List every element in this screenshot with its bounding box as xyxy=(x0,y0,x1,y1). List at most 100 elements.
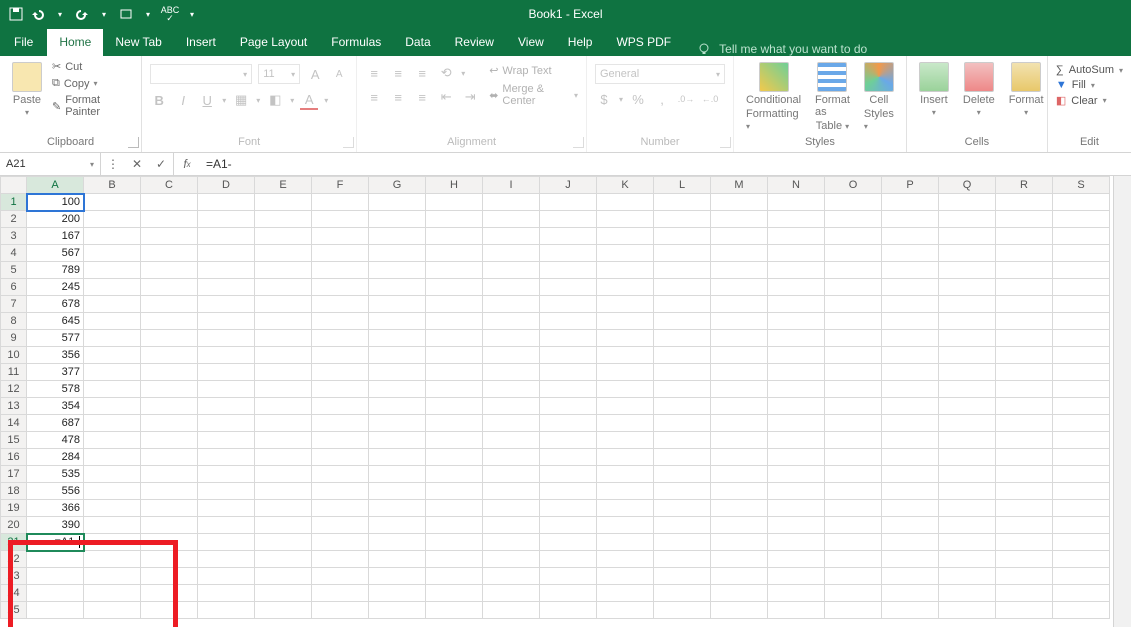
tab-formulas[interactable]: Formulas xyxy=(319,29,393,56)
row-header-13[interactable]: 13 xyxy=(1,398,27,415)
cell-O2[interactable] xyxy=(825,211,882,228)
cell-M3[interactable] xyxy=(711,228,768,245)
cell-B13[interactable] xyxy=(84,398,141,415)
cell-K8[interactable] xyxy=(597,313,654,330)
cell-H1[interactable] xyxy=(426,194,483,211)
row-header-16[interactable]: 16 xyxy=(1,449,27,466)
cell-D5[interactable] xyxy=(198,262,255,279)
cell-F7[interactable] xyxy=(312,296,369,313)
cell-J1[interactable] xyxy=(540,194,597,211)
cell-C4[interactable] xyxy=(141,245,198,262)
cell-O6[interactable] xyxy=(825,279,882,296)
cell-E17[interactable] xyxy=(255,466,312,483)
cell-D8[interactable] xyxy=(198,313,255,330)
cell-O20[interactable] xyxy=(825,517,882,534)
cell-H6[interactable] xyxy=(426,279,483,296)
cell-M24[interactable] xyxy=(711,585,768,602)
cell-E15[interactable] xyxy=(255,432,312,449)
cell-A15[interactable]: 478 xyxy=(27,432,84,449)
cell-B8[interactable] xyxy=(84,313,141,330)
undo-icon[interactable] xyxy=(30,6,46,22)
autosum-button[interactable]: ∑AutoSum▾ xyxy=(1056,64,1123,76)
underline-button[interactable]: U xyxy=(198,91,216,109)
cell-E8[interactable] xyxy=(255,313,312,330)
cell-E23[interactable] xyxy=(255,568,312,585)
cell-P13[interactable] xyxy=(882,398,939,415)
col-header-K[interactable]: K xyxy=(597,177,654,194)
cell-E12[interactable] xyxy=(255,381,312,398)
cell-J23[interactable] xyxy=(540,568,597,585)
border-button[interactable]: ▦ xyxy=(232,91,250,109)
cut-button[interactable]: ✂Cut xyxy=(52,60,133,73)
cell-E25[interactable] xyxy=(255,602,312,619)
cell-H24[interactable] xyxy=(426,585,483,602)
cell-R19[interactable] xyxy=(996,500,1053,517)
row-header-7[interactable]: 7 xyxy=(1,296,27,313)
cell-K9[interactable] xyxy=(597,330,654,347)
cell-P7[interactable] xyxy=(882,296,939,313)
cell-Q25[interactable] xyxy=(939,602,996,619)
cell-M9[interactable] xyxy=(711,330,768,347)
cell-P22[interactable] xyxy=(882,551,939,568)
cell-M7[interactable] xyxy=(711,296,768,313)
cell-M12[interactable] xyxy=(711,381,768,398)
cell-R12[interactable] xyxy=(996,381,1053,398)
cell-G22[interactable] xyxy=(369,551,426,568)
cell-R4[interactable] xyxy=(996,245,1053,262)
cell-I25[interactable] xyxy=(483,602,540,619)
cell-O10[interactable] xyxy=(825,347,882,364)
redo-dropdown-icon[interactable]: ▾ xyxy=(96,6,112,22)
cell-G21[interactable] xyxy=(369,534,426,551)
cell-K14[interactable] xyxy=(597,415,654,432)
cell-G20[interactable] xyxy=(369,517,426,534)
cell-L3[interactable] xyxy=(654,228,711,245)
cell-M8[interactable] xyxy=(711,313,768,330)
cell-M16[interactable] xyxy=(711,449,768,466)
cell-Q2[interactable] xyxy=(939,211,996,228)
cell-O8[interactable] xyxy=(825,313,882,330)
cell-D24[interactable] xyxy=(198,585,255,602)
cell-S21[interactable] xyxy=(1053,534,1110,551)
cell-F5[interactable] xyxy=(312,262,369,279)
align-right-icon[interactable]: ≡ xyxy=(413,88,431,106)
cell-J8[interactable] xyxy=(540,313,597,330)
cell-A19[interactable]: 366 xyxy=(27,500,84,517)
cell-K23[interactable] xyxy=(597,568,654,585)
cell-C18[interactable] xyxy=(141,483,198,500)
cell-G5[interactable] xyxy=(369,262,426,279)
qat-item-icon[interactable] xyxy=(118,6,134,22)
fill-color-button[interactable]: ◧ xyxy=(266,91,284,109)
cell-D14[interactable] xyxy=(198,415,255,432)
cell-I18[interactable] xyxy=(483,483,540,500)
cell-P5[interactable] xyxy=(882,262,939,279)
cell-D23[interactable] xyxy=(198,568,255,585)
cell-E16[interactable] xyxy=(255,449,312,466)
tab-file[interactable]: File xyxy=(0,29,47,56)
cell-L18[interactable] xyxy=(654,483,711,500)
cell-C24[interactable] xyxy=(141,585,198,602)
tab-data[interactable]: Data xyxy=(393,29,442,56)
cell-B2[interactable] xyxy=(84,211,141,228)
col-header-M[interactable]: M xyxy=(711,177,768,194)
cell-D20[interactable] xyxy=(198,517,255,534)
cell-M18[interactable] xyxy=(711,483,768,500)
cell-P12[interactable] xyxy=(882,381,939,398)
cell-K13[interactable] xyxy=(597,398,654,415)
cell-B18[interactable] xyxy=(84,483,141,500)
cell-R5[interactable] xyxy=(996,262,1053,279)
col-header-F[interactable]: F xyxy=(312,177,369,194)
cell-A8[interactable]: 645 xyxy=(27,313,84,330)
cell-Q14[interactable] xyxy=(939,415,996,432)
cell-B9[interactable] xyxy=(84,330,141,347)
insert-cells-button[interactable]: Insert▾ xyxy=(915,62,953,117)
row-header-18[interactable]: 18 xyxy=(1,483,27,500)
col-header-H[interactable]: H xyxy=(426,177,483,194)
cell-R20[interactable] xyxy=(996,517,1053,534)
cell-N10[interactable] xyxy=(768,347,825,364)
cell-B16[interactable] xyxy=(84,449,141,466)
row-header-23[interactable]: 23 xyxy=(1,568,27,585)
cell-C21[interactable] xyxy=(141,534,198,551)
cell-S10[interactable] xyxy=(1053,347,1110,364)
cell-R21[interactable] xyxy=(996,534,1053,551)
cell-R9[interactable] xyxy=(996,330,1053,347)
